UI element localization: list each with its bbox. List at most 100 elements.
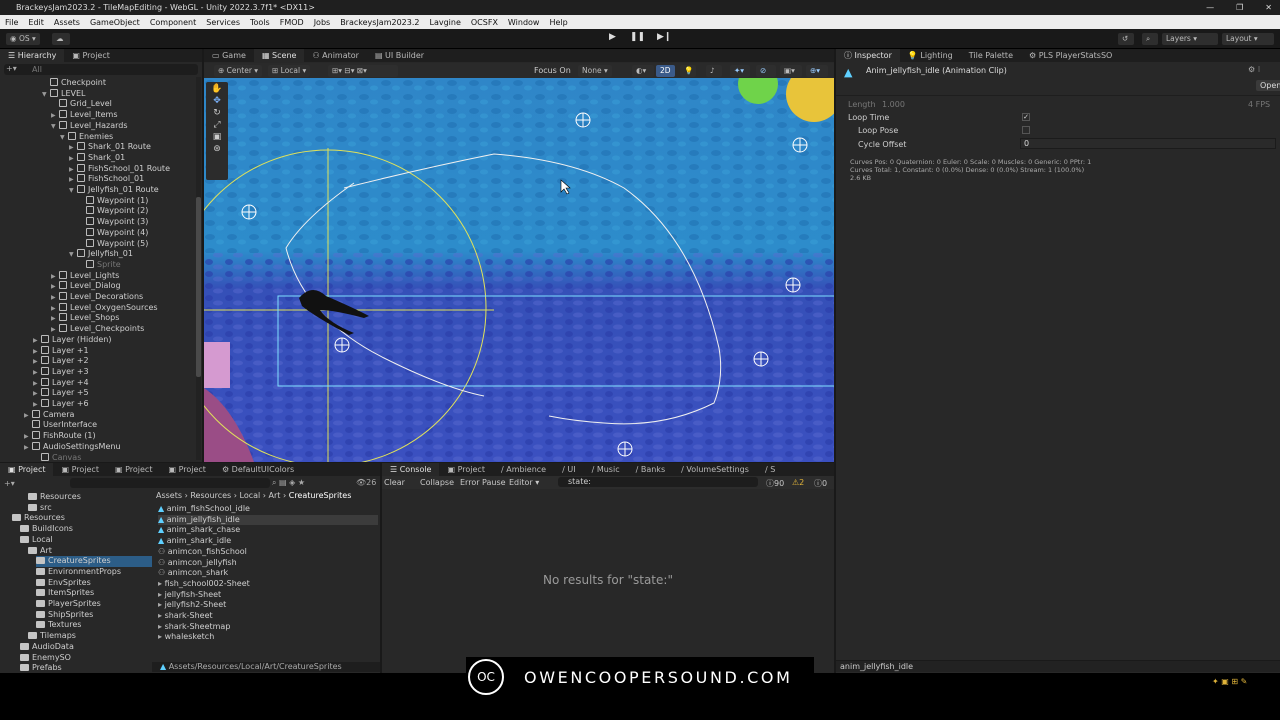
- menu-item-window[interactable]: Window: [508, 18, 540, 27]
- project-folder-row[interactable]: CreatureSprites: [36, 556, 152, 567]
- menu-item-assets[interactable]: Assets: [54, 18, 80, 27]
- create-icon[interactable]: +▾: [4, 479, 15, 488]
- hierarchy-row[interactable]: ▶ Layer +6: [33, 399, 89, 410]
- hierarchy-row[interactable]: ▶ Shark_01: [69, 152, 125, 164]
- project-filter-icons[interactable]: ⌕ ▤ ◈ ★: [272, 478, 305, 488]
- minimize-button[interactable]: —: [1206, 0, 1214, 15]
- asset-row[interactable]: ▸ jellyfish2-Sheet: [158, 600, 378, 611]
- hierarchy-row[interactable]: Waypoint (5): [78, 238, 148, 250]
- asset-row[interactable]: ⚇ animcon_shark: [158, 568, 378, 579]
- rotate-tool-icon[interactable]: ↻: [213, 108, 221, 118]
- hierarchy-row[interactable]: ▶ Layer +3: [33, 366, 89, 378]
- asset-row[interactable]: ▲ anim_shark_idle: [158, 536, 378, 547]
- project-folder-row[interactable]: Textures: [36, 620, 81, 631]
- tab-banks[interactable]: ∕ Banks: [628, 463, 674, 476]
- menu-item-services[interactable]: Services: [206, 18, 240, 27]
- search-icon[interactable]: ⌕: [1142, 33, 1158, 45]
- hierarchy-row[interactable]: ▼ Jellyfish_01 Route: [69, 185, 159, 196]
- breadcrumb-item[interactable]: Resources: [190, 491, 231, 500]
- tab-s[interactable]: ∕ S: [757, 463, 783, 476]
- foldout-arrow-icon[interactable]: ▼: [69, 250, 77, 261]
- project-folder-row[interactable]: ShipSprites: [36, 610, 93, 621]
- tab-scene[interactable]: ▦ Scene: [253, 49, 305, 62]
- hierarchy-row[interactable]: ▶ Layer +1: [33, 345, 89, 357]
- hand-tool-icon[interactable]: ✋: [211, 84, 222, 94]
- hierarchy-row[interactable]: ▶ Shark_01 Route: [69, 142, 151, 153]
- step-button[interactable]: ▶❙: [657, 32, 671, 46]
- scene-viewport[interactable]: ✋ ✥ ↻ ⤢ ▣ ⊛: [204, 78, 834, 462]
- tab-ui-builder[interactable]: ▤ UI Builder: [367, 49, 432, 62]
- tab-default-ui-colors[interactable]: ⚙ DefaultUIColors: [214, 463, 302, 476]
- project-folder-row[interactable]: EnemySO: [20, 653, 71, 664]
- scale-tool-icon[interactable]: ⤢: [213, 120, 220, 130]
- asset-row[interactable]: ▲ anim_shark_chase: [158, 525, 378, 536]
- asset-row[interactable]: ▲ anim_fishSchool_idle: [158, 504, 378, 515]
- project-folder-row[interactable]: Local: [20, 535, 53, 546]
- menu-item-fmod[interactable]: FMOD: [280, 18, 304, 27]
- hierarchy-row[interactable]: ▶ Level_Shops: [51, 313, 119, 324]
- cycle-offset-field[interactable]: 0: [1020, 138, 1276, 149]
- tab-project-1[interactable]: ▣ Project: [0, 463, 54, 476]
- project-folder-row[interactable]: PlayerSprites: [36, 599, 101, 610]
- hierarchy-row[interactable]: ▶ FishRoute (1): [24, 431, 96, 442]
- project-folder-row[interactable]: EnvSprites: [36, 578, 91, 589]
- hierarchy-row[interactable]: ▶ Level_Decorations: [51, 292, 143, 303]
- hierarchy-row[interactable]: ▼ Enemies: [60, 131, 113, 144]
- open-button[interactable]: Open: [1256, 80, 1280, 91]
- menu-item-gameobject[interactable]: GameObject: [90, 18, 140, 27]
- tab-project-4[interactable]: ▣ Project: [160, 463, 213, 476]
- hierarchy-row[interactable]: ▶ Layer +4: [33, 377, 89, 389]
- hierarchy-row[interactable]: ▶ Level_Lights: [51, 270, 119, 282]
- hierarchy-row[interactable]: ▶ Camera: [24, 409, 74, 421]
- project-folder-row[interactable]: ItemSprites: [36, 588, 94, 599]
- project-folder-row[interactable]: Resources: [12, 513, 65, 524]
- asset-row[interactable]: ▸ shark-Sheet: [158, 611, 378, 622]
- status-icons[interactable]: ✦ ▣ ⊞ ✎: [1212, 677, 1247, 686]
- 2d-toggle[interactable]: 2D: [656, 65, 675, 77]
- tab-volume-settings[interactable]: ∕ VolumeSettings: [673, 463, 757, 476]
- rect-tool-icon[interactable]: ▣: [213, 132, 222, 142]
- editor-dropdown[interactable]: Editor ▾: [509, 478, 539, 487]
- asset-row[interactable]: ▸ jellyfish-Sheet: [158, 590, 378, 601]
- hierarchy-search[interactable]: +▾ All: [4, 64, 198, 75]
- breadcrumb-item[interactable]: Assets: [156, 491, 182, 500]
- tab-music[interactable]: ∕ Music: [584, 463, 628, 476]
- history-icon[interactable]: ↺: [1118, 33, 1134, 45]
- pause-button[interactable]: ❚❚: [630, 32, 645, 46]
- hierarchy-row[interactable]: ▶ Layer +5: [33, 388, 89, 399]
- foldout-arrow-icon[interactable]: ▼: [60, 133, 68, 144]
- camera-icon[interactable]: ▣▾: [780, 65, 802, 77]
- console-search[interactable]: state:: [558, 477, 758, 487]
- asset-row[interactable]: ▲ anim_jellyfish_idle: [158, 514, 378, 526]
- hierarchy-row[interactable]: Waypoint (3): [78, 217, 148, 228]
- layers-dropdown[interactable]: Layers ▾: [1162, 33, 1218, 45]
- lighting-icon[interactable]: 💡: [680, 65, 696, 77]
- close-button[interactable]: ✕: [1265, 0, 1272, 15]
- hierarchy-row[interactable]: Waypoint (4): [78, 227, 148, 239]
- menu-item-brackeysjam2023-2[interactable]: BrackeysJam2023.2: [340, 18, 419, 27]
- warning-count[interactable]: ⚠2: [792, 478, 804, 487]
- transform-tool-icon[interactable]: ⊛: [213, 144, 221, 154]
- breadcrumb-item[interactable]: Art: [269, 491, 281, 500]
- hierarchy-row[interactable]: ▶ Level_Items: [51, 110, 118, 121]
- tab-hierarchy[interactable]: ☰ Hierarchy: [0, 49, 65, 62]
- project-folder-row[interactable]: Art: [28, 546, 52, 557]
- menu-item-tools[interactable]: Tools: [250, 18, 270, 27]
- grid-snap-icons[interactable]: ⊞▾ ⊟▾ ⊠▾: [328, 65, 398, 77]
- account-dropdown[interactable]: ◉ OS ▾: [6, 33, 40, 45]
- project-folder-row[interactable]: EnvironmentProps: [36, 567, 121, 578]
- tab-console-project[interactable]: ▣ Project: [439, 463, 492, 476]
- collapse-button[interactable]: Collapse: [420, 478, 454, 487]
- maximize-button[interactable]: ❐: [1236, 0, 1243, 15]
- hierarchy-row[interactable]: Canvas: [33, 452, 81, 464]
- asset-row[interactable]: ⚇ animcon_jellyfish: [158, 558, 378, 569]
- hierarchy-row[interactable]: ▼ Jellyfish_01: [69, 249, 133, 260]
- tab-project[interactable]: ▣ Project: [64, 49, 117, 62]
- menu-item-component[interactable]: Component: [150, 18, 196, 27]
- layout-dropdown[interactable]: Layout ▾: [1222, 33, 1274, 45]
- asset-row[interactable]: ▸ fish_school002-Sheet: [158, 579, 378, 590]
- foldout-arrow-icon[interactable]: ▼: [51, 122, 59, 133]
- hierarchy-row[interactable]: ▶ AudioSettingsMenu: [24, 441, 121, 453]
- focus-on-dropdown[interactable]: None ▾: [578, 65, 612, 77]
- tab-animator[interactable]: ⚇ Animator: [304, 49, 367, 62]
